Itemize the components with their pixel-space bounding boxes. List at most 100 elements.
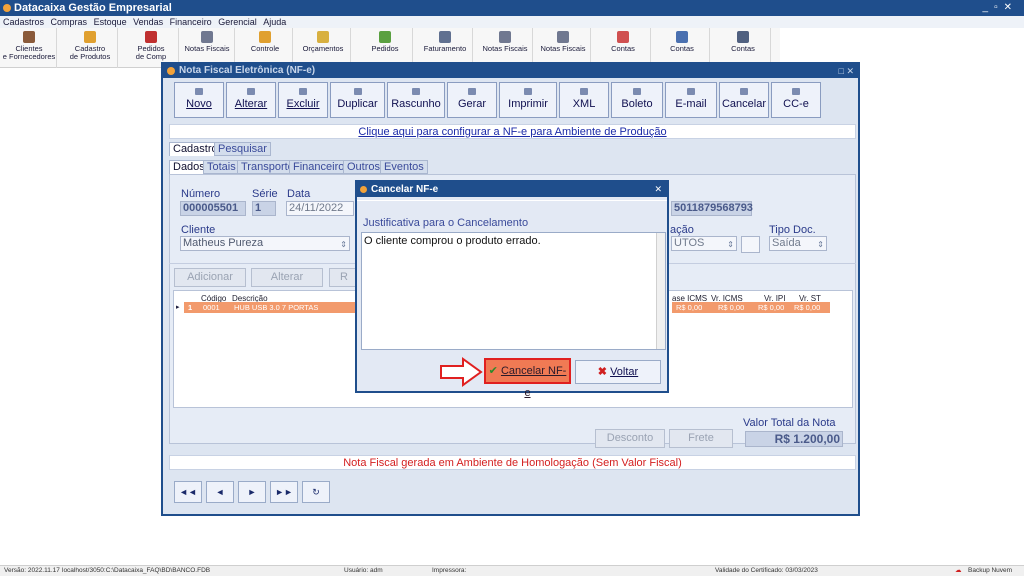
gerar-button[interactable]: Gerar	[447, 82, 497, 118]
menu-cadastros[interactable]: Cadastros	[3, 17, 44, 27]
toolbar-button-0[interactable]: Clientes e Fornecedores	[2, 28, 57, 68]
table-row-values[interactable]: R$ 0,00 R$ 0,00 R$ 0,00 R$ 0,00	[672, 302, 830, 313]
novo-button[interactable]: Novo	[174, 82, 224, 118]
toolbar-label: Cadastro de Produtos	[69, 44, 111, 61]
app-title-bar: Datacaixa Gestão Empresarial	[0, 0, 1024, 16]
menu-estoque[interactable]: Estoque	[94, 17, 127, 27]
operacao-combo[interactable]: UTOS ⇕	[671, 236, 737, 251]
tab-totais[interactable]: Totais	[203, 160, 240, 174]
nav-next-button[interactable]: ►	[238, 481, 266, 503]
excluir-button[interactable]: Excluir	[278, 82, 328, 118]
menu-financeiro[interactable]: Financeiro	[170, 17, 212, 27]
justificativa-textarea[interactable]: O cliente comprou o produto errado.	[361, 232, 666, 350]
homologacao-notice: Nota Fiscal gerada em Ambiente de Homolo…	[169, 455, 856, 470]
boleto-button[interactable]: Boleto	[611, 82, 663, 118]
barcode-icon	[633, 88, 641, 95]
duplicar-button[interactable]: Duplicar	[330, 82, 385, 118]
voltar-button[interactable]: ✖ Voltar	[575, 360, 661, 384]
tab-outros[interactable]: Outros	[343, 160, 385, 174]
arrow-pointer-icon	[440, 357, 483, 387]
app-title: Datacaixa Gestão Empresarial	[14, 2, 172, 14]
minimize-icon[interactable]: _	[983, 2, 995, 13]
toolbar-label: Faturamento	[423, 44, 467, 53]
cliente-label: Cliente	[181, 224, 216, 236]
numero-field[interactable]: 000005501	[180, 201, 246, 216]
frete-button[interactable]: Frete	[669, 429, 733, 448]
window-controls[interactable]: _▫✕	[983, 0, 1019, 16]
email-button[interactable]: E-mail	[665, 82, 717, 118]
toolbar-label: Pedidos	[371, 44, 399, 53]
menu-vendas[interactable]: Vendas	[133, 17, 163, 27]
first-icon: ◄◄	[179, 487, 197, 497]
menu-ajuda[interactable]: Ajuda	[263, 17, 286, 27]
rascunho-button[interactable]: Rascunho	[387, 82, 445, 118]
total-label: Valor Total da Nota	[743, 417, 836, 429]
desconto-button[interactable]: Desconto	[595, 429, 665, 448]
restore-icon[interactable]: ▫	[994, 2, 1004, 13]
confirm-cancel-nfe-button[interactable]: ✔ Cancelar NF-e	[484, 358, 571, 399]
new-doc-icon	[195, 88, 203, 95]
combo-arrow-icon: ⇕	[817, 240, 824, 249]
imprimir-button[interactable]: Imprimir	[499, 82, 557, 118]
toolbar-icon	[499, 31, 511, 43]
toolbar-icon	[317, 31, 329, 43]
nav-prev-button[interactable]: ◄	[206, 481, 234, 503]
menu-compras[interactable]: Compras	[51, 17, 88, 27]
combo-arrow-icon: ⇕	[727, 240, 734, 249]
nfe-window-close-icon[interactable]: □ ✕	[839, 64, 854, 78]
cliente-value: Matheus Pureza	[183, 237, 264, 249]
dialog-title-bar: Cancelar NF-e	[357, 182, 667, 197]
cce-button[interactable]: CC-e	[771, 82, 821, 118]
tab-financeiro[interactable]: Financeiro	[289, 160, 349, 174]
tipo-doc-value: Saída	[772, 237, 801, 249]
alterar-button[interactable]: Alterar	[226, 82, 276, 118]
menu-gerencial[interactable]: Gerencial	[218, 17, 257, 27]
status-backup[interactable]: Backup Nuvem	[968, 566, 1012, 576]
tab-pesquisar[interactable]: Pesquisar	[214, 142, 271, 156]
cloud-icon: ☁	[955, 567, 962, 574]
nav-refresh-button[interactable]: ↻	[302, 481, 330, 503]
row-vr-st: R$ 0,00	[794, 303, 821, 312]
textarea-scrollbar[interactable]	[656, 233, 665, 349]
toolbar-icon	[84, 31, 96, 43]
nfe-window-title: Nota Fiscal Eletrônica (NF-e)	[179, 65, 316, 76]
adicionar-item-button[interactable]: Adicionar	[174, 268, 246, 287]
toolbar-label: Notas Fiscais	[482, 44, 528, 53]
tipo-doc-combo[interactable]: Saída ⇕	[769, 236, 827, 251]
xml-button[interactable]: XML	[559, 82, 609, 118]
dialog-close-icon[interactable]: ✕	[654, 182, 662, 197]
data-field[interactable]: 24/11/2022	[286, 201, 354, 216]
serie-field[interactable]: 1	[252, 201, 276, 216]
cancelar-button[interactable]: Cancelar	[719, 82, 769, 118]
chave-acesso-field[interactable]: 5011879568793	[671, 201, 753, 216]
status-version: Versão: 2022.11.17	[4, 567, 60, 574]
serie-label: Série	[252, 188, 278, 200]
operacao-label: ação	[670, 224, 694, 236]
toolbar-icon	[23, 31, 35, 43]
toolbar-label: Clientes e Fornecedores	[2, 44, 56, 61]
toolbar-label: Orçamentos	[302, 44, 344, 53]
row-base-icms: R$ 0,00	[676, 303, 703, 312]
toolbar-icon	[676, 31, 688, 43]
operacao-search-button[interactable]	[741, 236, 760, 253]
gear-icon	[468, 88, 476, 95]
mail-icon	[687, 88, 695, 95]
nav-last-button[interactable]: ►►	[270, 481, 298, 503]
toolbar-button-1[interactable]: Cadastro de Produtos	[63, 28, 118, 68]
justificativa-label: Justificativa para o Cancelamento	[363, 217, 529, 229]
tab-eventos[interactable]: Eventos	[380, 160, 428, 174]
alterar-item-button[interactable]: Alterar	[251, 268, 323, 287]
status-printer: Impressora:	[432, 567, 467, 574]
save-icon	[580, 88, 588, 95]
nfe-window-title-bar: Nota Fiscal Eletrônica (NF-e)	[163, 64, 858, 78]
table-row[interactable]: 1 0001 HUB USB 3.0 7 PORTAS	[184, 302, 356, 313]
configure-production-link[interactable]: Clique aqui para configurar a NF-e para …	[169, 124, 856, 139]
combo-arrow-icon: ⇕	[340, 240, 347, 249]
next-icon: ►	[247, 487, 257, 497]
toolbar-icon	[617, 31, 629, 43]
nav-first-button[interactable]: ◄◄	[174, 481, 202, 503]
cliente-combo[interactable]: Matheus Pureza ⇕	[180, 236, 350, 251]
row-vr-ipi: R$ 0,00	[758, 303, 785, 312]
close-icon[interactable]: ✕	[1004, 2, 1018, 13]
total-value: R$ 1.200,00	[745, 431, 843, 447]
